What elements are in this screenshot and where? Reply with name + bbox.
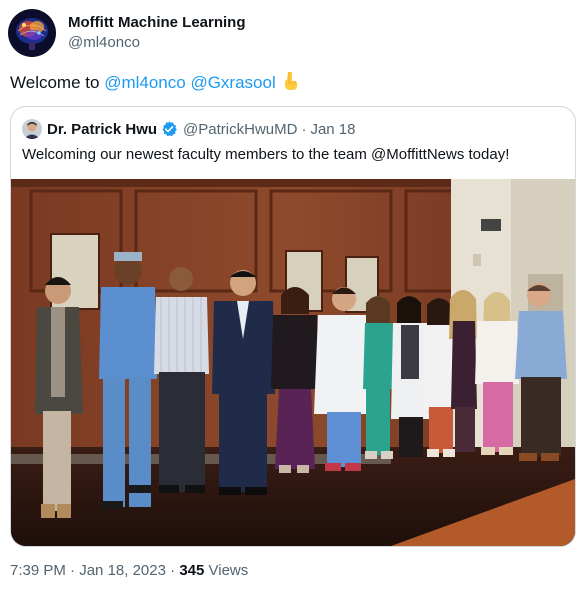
group-photo[interactable] bbox=[11, 179, 575, 546]
views-count: 345 bbox=[179, 562, 205, 579]
views-label: Views bbox=[208, 562, 249, 579]
mention-gxrasool[interactable]: @Gxrasool bbox=[190, 73, 275, 92]
quote-date[interactable]: Jan 18 bbox=[310, 121, 355, 138]
tweet-text-prefix: Welcome to bbox=[10, 73, 100, 92]
quote-author-display-name[interactable]: Dr. Patrick Hwu bbox=[47, 121, 157, 138]
tweet-text: Welcome to @ml4onco @Gxrasool bbox=[10, 71, 300, 98]
meta-separator: · bbox=[70, 562, 76, 579]
tweet-time[interactable]: 7:39 PM bbox=[10, 562, 66, 579]
tweet-header: Moffitt Machine Learning @ml4onco bbox=[8, 8, 246, 58]
verified-badge-icon bbox=[160, 120, 178, 138]
quote-author-handle[interactable]: @PatrickHwuMD bbox=[183, 121, 297, 138]
tweet-meta: 7:39 PM · Jan 18, 2023 · 345 Views bbox=[10, 561, 248, 581]
tweet-date[interactable]: Jan 18, 2023 bbox=[79, 562, 166, 579]
author-handle[interactable]: @ml4onco bbox=[68, 33, 246, 53]
meta-separator-2: · bbox=[170, 562, 176, 579]
quote-text: Welcoming our newest faculty members to … bbox=[22, 146, 510, 163]
quote-separator: · bbox=[301, 120, 307, 138]
brain-avatar-icon[interactable] bbox=[8, 9, 56, 57]
quote-author-avatar[interactable] bbox=[22, 119, 42, 139]
author-display-name[interactable]: Moffitt Machine Learning bbox=[68, 13, 246, 33]
pointing-down-hand-icon bbox=[282, 71, 300, 98]
quote-header: Dr. Patrick Hwu @PatrickHwuMD · Jan 18 bbox=[22, 118, 356, 140]
quoted-tweet-card[interactable]: Dr. Patrick Hwu @PatrickHwuMD · Jan 18 W… bbox=[10, 106, 576, 547]
mention-ml4onco[interactable]: @ml4onco bbox=[104, 73, 186, 92]
